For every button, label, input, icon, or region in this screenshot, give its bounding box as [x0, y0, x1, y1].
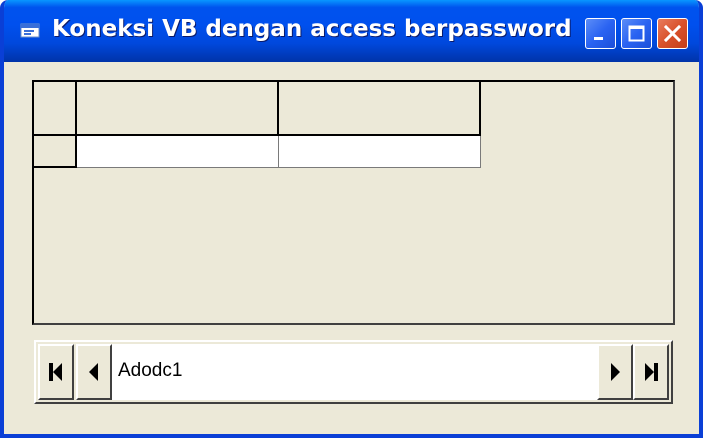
app-icon [20, 23, 40, 38]
adodc-caption: Adodc1 [112, 344, 597, 400]
move-first-button[interactable] [38, 344, 74, 400]
move-next-button[interactable] [597, 344, 633, 400]
grid-row-selector[interactable] [34, 136, 77, 168]
app-window: Koneksi VB dengan access berpassword Ado… [0, 0, 703, 438]
move-next-icon [611, 363, 620, 381]
maximize-button[interactable] [621, 18, 652, 49]
grid-corner-cell [34, 82, 77, 136]
grid-column-header[interactable] [279, 82, 481, 136]
grid-cell[interactable] [77, 136, 279, 168]
move-first-icon [49, 363, 62, 381]
maximize-icon [628, 25, 645, 42]
adodc-caption-text: Adodc1 [118, 360, 183, 381]
title-bar[interactable]: Koneksi VB dengan access berpassword [4, 0, 699, 62]
close-icon [663, 24, 682, 43]
grid-column-header[interactable] [77, 82, 279, 136]
minimize-button[interactable] [585, 18, 616, 49]
minimize-icon [594, 37, 603, 40]
move-previous-icon [89, 363, 98, 381]
data-grid[interactable] [32, 80, 675, 325]
move-previous-button[interactable] [76, 344, 112, 400]
adodc-control: Adodc1 [34, 340, 673, 404]
grid-cell[interactable] [279, 136, 481, 168]
close-button[interactable] [657, 18, 688, 49]
move-last-button[interactable] [633, 344, 669, 400]
move-last-icon [645, 363, 658, 381]
window-title: Koneksi VB dengan access berpassword [52, 16, 572, 42]
